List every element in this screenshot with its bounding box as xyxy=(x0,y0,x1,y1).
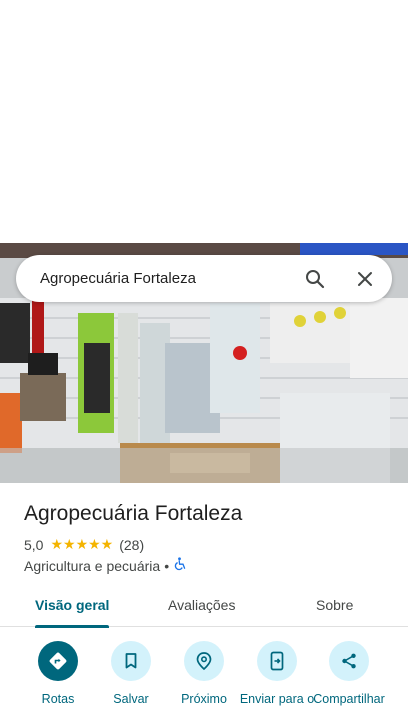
category-label: Agricultura e pecuária xyxy=(24,557,161,574)
nearby-icon[interactable] xyxy=(184,641,224,681)
share-label: Compartilhar xyxy=(313,692,385,706)
nearby-button[interactable]: Próximo xyxy=(164,641,244,707)
close-icon[interactable] xyxy=(352,266,378,292)
tab-bar: Visão geral Avaliações Sobre xyxy=(0,587,408,628)
share-button[interactable]: Compartilhar xyxy=(309,641,389,707)
tab-about[interactable]: Sobre xyxy=(316,597,353,613)
directions-button[interactable]: Rotas xyxy=(18,641,98,707)
map-blank-area xyxy=(0,0,408,243)
wheelchair-accessible-icon xyxy=(173,557,187,574)
directions-icon[interactable] xyxy=(38,641,78,681)
nearby-label: Próximo xyxy=(181,692,227,706)
review-count: (28) xyxy=(119,536,145,553)
active-tab-indicator xyxy=(35,625,109,628)
share-icon[interactable] xyxy=(329,641,369,681)
separator-dot: • xyxy=(164,557,170,574)
directions-label: Rotas xyxy=(41,692,75,706)
place-title: Agropecuária Fortaleza xyxy=(24,502,243,525)
send-to-phone-label: Enviar para o xyxy=(239,692,315,706)
save-label: Salvar xyxy=(113,692,149,706)
rating-row[interactable]: 5,0 ★★★★★ (28) xyxy=(24,536,144,553)
rating-value: 5,0 xyxy=(24,536,44,553)
tab-reviews[interactable]: Avaliações xyxy=(168,597,235,613)
search-bar[interactable]: Agropecuária Fortaleza xyxy=(16,255,392,302)
send-to-phone-button[interactable]: Enviar para o xyxy=(237,641,317,707)
save-button[interactable]: Salvar xyxy=(91,641,171,707)
action-buttons-row: Rotas Salvar Próximo Enviar para o Compa… xyxy=(0,641,408,726)
place-info-panel: Agropecuária Fortaleza 5,0 ★★★★★ (28) Ag… xyxy=(0,483,408,726)
tab-overview[interactable]: Visão geral xyxy=(35,597,109,613)
bookmark-icon[interactable] xyxy=(111,641,151,681)
star-rating-icon: ★★★★★ xyxy=(50,536,114,552)
category-row: Agricultura e pecuária • xyxy=(24,557,187,574)
search-input[interactable]: Agropecuária Fortaleza xyxy=(16,270,302,287)
search-icon[interactable] xyxy=(302,266,328,292)
send-to-phone-icon[interactable] xyxy=(257,641,297,681)
